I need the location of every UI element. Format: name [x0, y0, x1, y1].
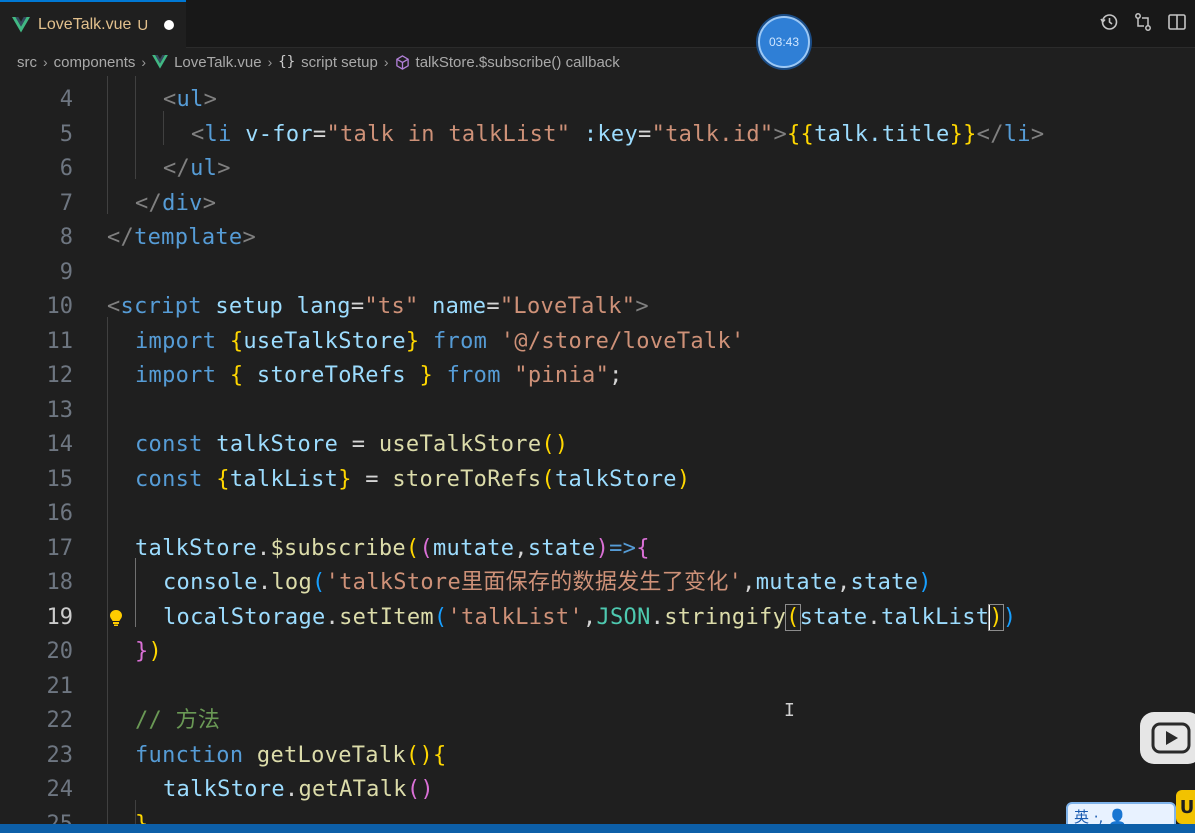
code-line: 10 <script setup lang="ts" name="LoveTal…	[0, 290, 1195, 325]
line-number: 17	[46, 535, 74, 561]
line-number: 14	[46, 432, 74, 457]
code-line: 5 <li v-for="talk in talkList" :key="tal…	[0, 118, 1195, 153]
line-code: <li v-for="talk in talkList" :key="talk.…	[191, 121, 1045, 147]
code-line: 9	[0, 256, 1195, 291]
code-line: 7 </div>	[0, 187, 1195, 222]
line-code: })	[135, 639, 163, 664]
history-icon[interactable]	[1099, 12, 1119, 32]
split-editor-icon[interactable]	[1167, 12, 1187, 32]
code-line: 14 const talkStore = useTalkStore()	[0, 428, 1195, 463]
line-number: 12	[46, 363, 74, 388]
line-number: 19	[46, 604, 74, 630]
line-code: console.log('talkStore里面保存的数据发生了变化',muta…	[163, 570, 932, 595]
line-number: 6	[59, 156, 73, 181]
recording-timer: 03:43	[758, 16, 810, 68]
line-number: 16	[46, 501, 74, 526]
line-code: talkStore.$subscribe((mutate,state)=>{	[135, 535, 650, 561]
line-code: </template>	[107, 225, 257, 250]
line-code: import { storeToRefs } from "pinia";	[135, 363, 623, 388]
line-number: 10	[46, 294, 74, 319]
vue-file-icon	[12, 17, 30, 33]
ime-badge[interactable]: U	[1176, 790, 1195, 824]
video-play-button[interactable]	[1140, 712, 1195, 764]
line-code: }	[135, 811, 149, 825]
code-line: 15 const {talkList} = storeToRefs(talkSt…	[0, 463, 1195, 498]
code-line: 4 <ul>	[0, 83, 1195, 118]
line-number: 22	[46, 708, 74, 733]
line-code: <ul>	[163, 87, 218, 112]
line-code: talkStore.getATalk()	[163, 777, 434, 802]
timer-text: 03:43	[768, 35, 800, 49]
breadcrumb-item-components[interactable]: components	[54, 54, 136, 71]
tab-filename: LoveTalk.vue	[38, 16, 132, 33]
code-editor[interactable]: 4 <ul> 5 <li v-for="talk in talkList" :k…	[0, 76, 1195, 824]
chevron-right-icon: ›	[383, 54, 389, 70]
code-line: 12 import { storeToRefs } from "pinia";	[0, 359, 1195, 394]
code-line: 13	[0, 394, 1195, 429]
line-number: 15	[46, 466, 74, 492]
code-line: 23 function getLoveTalk(){	[0, 739, 1195, 774]
tab-lovetalk-vue[interactable]: LoveTalk.vue U	[0, 0, 186, 48]
breadcrumb-item-file[interactable]: LoveTalk.vue	[152, 54, 262, 71]
line-code-comment: // 方法	[135, 708, 221, 733]
breadcrumb: src › components › LoveTalk.vue › {} scr…	[0, 48, 1195, 76]
line-number: 18	[46, 570, 74, 595]
breadcrumb-callback-label: talkStore.$subscribe() callback	[415, 53, 620, 71]
line-number: 7	[59, 190, 73, 216]
vue-file-icon	[152, 55, 168, 69]
code-line: 16	[0, 497, 1195, 532]
code-line: 25 }	[0, 808, 1195, 825]
line-number: 25	[46, 811, 74, 825]
line-code: const {talkList} = storeToRefs(talkStore…	[135, 466, 691, 492]
line-code: </div>	[135, 190, 217, 216]
line-code: localStorage.setItem('talkList',JSON.str…	[163, 603, 1017, 631]
line-code: function getLoveTalk(){	[135, 742, 447, 768]
unsaved-dot-icon[interactable]	[164, 20, 175, 30]
breadcrumb-item-callback[interactable]: talkStore.$subscribe() callback	[395, 54, 620, 71]
code-line: 18 console.log('talkStore里面保存的数据发生了变化',m…	[0, 566, 1195, 601]
braces-icon: {}	[278, 54, 296, 70]
breadcrumb-item-script-setup[interactable]: {} script setup	[278, 54, 378, 71]
line-code: import {useTalkStore} from '@/store/love…	[135, 328, 745, 354]
line-number: 20	[46, 639, 74, 664]
line-number: 24	[46, 777, 74, 802]
compare-changes-icon[interactable]	[1133, 12, 1153, 32]
status-bar	[0, 824, 1195, 833]
line-number: 9	[59, 259, 73, 285]
line-code: <script setup lang="ts" name="LoveTalk">	[107, 294, 649, 319]
code-line: 22 // 方法	[0, 704, 1195, 739]
lightbulb-icon[interactable]	[108, 609, 124, 627]
code-line: 21	[0, 670, 1195, 705]
git-untracked-badge: U	[137, 16, 149, 34]
line-number: 23	[46, 742, 74, 768]
breadcrumb-script-label: script setup	[301, 53, 378, 71]
line-number: 11	[46, 328, 74, 354]
code-line: 17 talkStore.$subscribe((mutate,state)=>…	[0, 532, 1195, 567]
breadcrumb-item-src[interactable]: src	[17, 54, 37, 71]
code-line-active: 19 localStorage.setItem('talkList',JSON.…	[0, 601, 1195, 636]
line-number: 5	[59, 121, 73, 147]
chevron-right-icon: ›	[267, 54, 273, 70]
ibeam-cursor-icon: I	[784, 700, 795, 721]
line-number: 4	[59, 87, 73, 112]
code-line: 20 })	[0, 635, 1195, 670]
chevron-right-icon: ›	[43, 54, 48, 70]
editor-tab-bar: LoveTalk.vue U	[0, 0, 1195, 48]
chevron-right-icon: ›	[141, 54, 147, 70]
line-code: </ul>	[163, 156, 231, 181]
line-number: 21	[46, 673, 74, 699]
code-line: 24 talkStore.getATalk()	[0, 773, 1195, 808]
line-number: 13	[46, 397, 74, 423]
code-line: 8 </template>	[0, 221, 1195, 256]
editor-actions	[1099, 12, 1187, 32]
line-number: 8	[59, 225, 73, 250]
method-cube-icon	[395, 54, 410, 70]
code-line: 11 import {useTalkStore} from '@/store/l…	[0, 325, 1195, 360]
breadcrumb-file-label: LoveTalk.vue	[174, 53, 262, 71]
line-code: const talkStore = useTalkStore()	[135, 432, 569, 457]
code-line: 6 </ul>	[0, 152, 1195, 187]
